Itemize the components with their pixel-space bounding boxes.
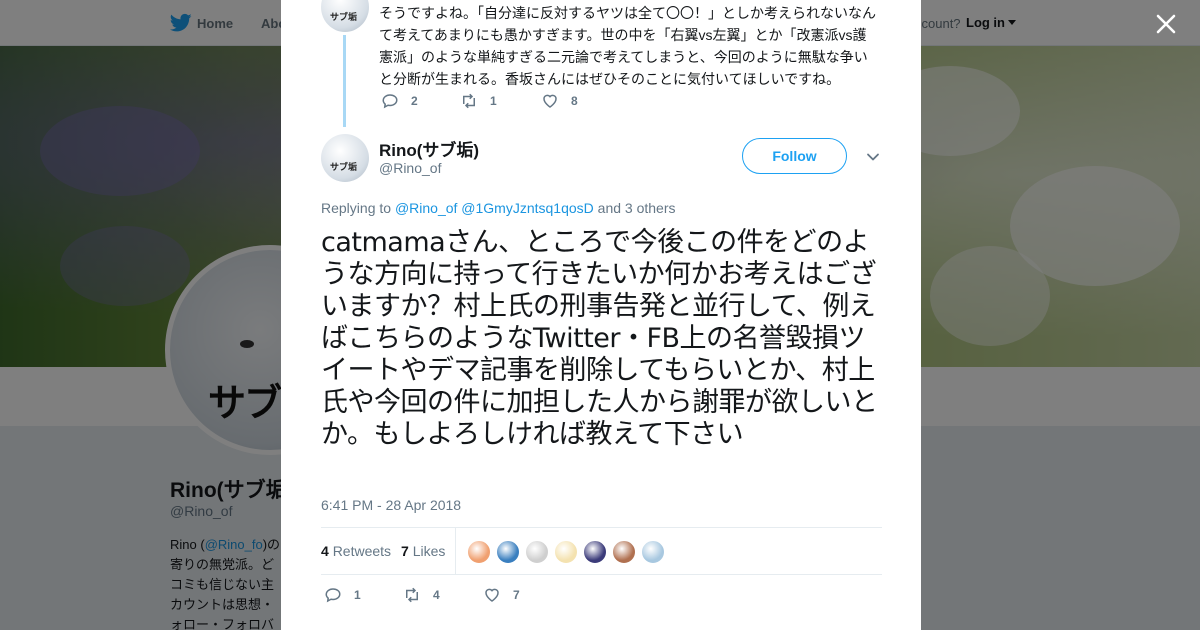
reply-count: 1: [354, 588, 361, 602]
tweet-text: catmamaさん、ところで今後この件をどのような方向に持って行きたいか何かお考…: [321, 227, 878, 450]
close-icon[interactable]: [1152, 10, 1180, 38]
prev-reply-action[interactable]: 2: [381, 92, 418, 110]
liker-avatar[interactable]: [640, 539, 666, 565]
retweet-stat[interactable]: 4 Retweets: [321, 543, 391, 559]
like-stat[interactable]: 7 Likes: [401, 543, 445, 559]
prev-like-count: 8: [571, 94, 578, 108]
reply-action[interactable]: 1: [324, 586, 361, 604]
tweet-timestamp[interactable]: 6:41 PM - 28 Apr 2018: [321, 497, 461, 513]
reply-icon: [325, 588, 341, 603]
stats-divider: [455, 528, 456, 574]
like-stat-count: 7: [401, 543, 409, 559]
liker-avatar[interactable]: [524, 539, 550, 565]
liker-avatar[interactable]: [495, 539, 521, 565]
liker-avatar[interactable]: [582, 539, 608, 565]
prev-retweet-action[interactable]: 1: [460, 92, 497, 110]
retweet-icon: [406, 587, 418, 603]
tweet-stats: 4 Retweets 7 Likes: [321, 527, 882, 575]
author-avatar[interactable]: サブ垢: [321, 134, 369, 182]
replying-user-link[interactable]: @Rino_of: [395, 200, 457, 216]
like-action[interactable]: 7: [483, 586, 520, 604]
retweet-action[interactable]: 4: [403, 586, 440, 604]
liker-avatar[interactable]: [611, 539, 637, 565]
like-icon: [543, 94, 557, 108]
retweet-count: 4: [433, 588, 440, 602]
author-avatar-label: サブ垢: [330, 162, 358, 172]
author-handle[interactable]: @Rino_of: [379, 160, 441, 176]
replying-prefix: Replying to: [321, 200, 395, 216]
retweet-stat-label: Retweets: [332, 543, 392, 559]
prev-avatar-label: サブ垢: [330, 12, 358, 22]
prev-tweet-text: そうですよね。「自分達に反対するヤツは全て〇〇！」としか考えられないなんて考えて…: [379, 5, 876, 87]
like-stat-label: Likes: [412, 543, 446, 559]
follow-button[interactable]: Follow: [742, 138, 847, 174]
prev-tweet-avatar[interactable]: サブ垢: [321, 0, 369, 32]
prev-retweet-count: 1: [490, 94, 497, 108]
replying-suffix[interactable]: and 3 others: [594, 200, 676, 216]
chevron-down-icon[interactable]: [866, 150, 880, 164]
like-icon: [485, 588, 499, 602]
tweet-modal: サブ垢 そうですよね。「自分達に反対するヤツは全て〇〇！」としか考えられないなん…: [281, 0, 921, 630]
reply-icon: [382, 94, 398, 109]
prev-reply-count: 2: [411, 94, 418, 108]
like-count: 7: [513, 588, 520, 602]
liker-avatar[interactable]: [466, 539, 492, 565]
retweet-icon: [463, 93, 475, 109]
prev-like-action[interactable]: 8: [541, 92, 578, 110]
thread-connector: [343, 35, 346, 127]
author-name[interactable]: Rino(サブ垢): [379, 136, 479, 161]
retweet-stat-count: 4: [321, 543, 329, 559]
liker-avatar[interactable]: [553, 539, 579, 565]
replying-user-link[interactable]: @1GmyJzntsq1qosD: [461, 200, 593, 216]
replying-to: Replying to @Rino_of @1GmyJzntsq1qosD an…: [321, 200, 676, 216]
